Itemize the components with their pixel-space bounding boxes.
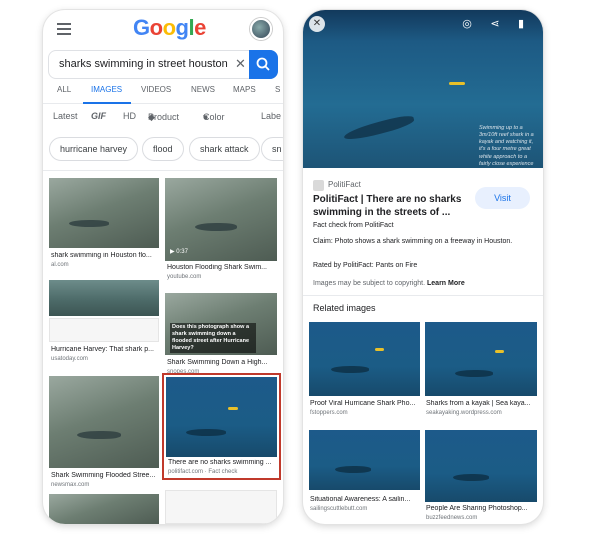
divider — [303, 295, 543, 296]
politifact-icon — [313, 180, 324, 191]
result-source: al.com — [51, 262, 69, 268]
result-source: youtube.com — [167, 274, 202, 280]
result-image[interactable]: Does this photograph show a shark swimmi… — [165, 293, 277, 355]
shark-shape — [69, 220, 109, 227]
tab-more[interactable]: S — [275, 85, 280, 94]
filter-gif[interactable]: GIF — [91, 111, 106, 121]
visit-button[interactable]: Visit — [475, 187, 530, 209]
result-image[interactable]: ▶ 0:37 — [165, 178, 277, 261]
filter-hd[interactable]: HD — [123, 111, 136, 121]
result-image-tweet[interactable] — [49, 318, 159, 342]
related-caption[interactable]: Sharks from a kayak | Sea kaya... — [426, 400, 536, 407]
search-results-phone: Google sharks swimming in street houston… — [43, 10, 283, 524]
tab-maps[interactable]: MAPS — [233, 85, 256, 94]
publisher-name: PolitiFact — [328, 180, 361, 189]
kayak-shape — [449, 82, 465, 85]
tab-images[interactable]: IMAGES — [91, 85, 122, 94]
result-image[interactable] — [49, 280, 159, 316]
kayak-shape — [375, 348, 384, 351]
video-duration: ▶ 0:37 — [170, 249, 188, 255]
related-source: fstoppers.com — [310, 410, 348, 416]
shark-shape — [455, 370, 493, 377]
shark-shape — [453, 474, 489, 481]
related-image[interactable] — [425, 430, 537, 502]
search-button[interactable] — [249, 50, 278, 79]
menu-icon[interactable] — [57, 23, 71, 35]
shark-shape — [331, 366, 369, 373]
shark-shape — [195, 223, 237, 231]
search-box[interactable]: sharks swimming in street houston ✕ — [48, 50, 278, 79]
top-bar: Google — [43, 10, 283, 50]
result-image[interactable] — [49, 494, 159, 524]
filter-labels[interactable]: Labe — [261, 111, 281, 121]
learn-more-link[interactable]: Learn More — [427, 280, 465, 287]
result-source: usatoday.com — [51, 356, 88, 362]
related-heading: Related images — [313, 303, 376, 313]
active-tab-indicator — [83, 102, 131, 104]
google-logo[interactable]: Google — [133, 15, 206, 41]
filter-bar: Latest GIF HD ◆ Product ● Color ▾ Labe — [53, 111, 282, 122]
result-image[interactable] — [49, 178, 159, 248]
bookmark-icon[interactable]: ▮ — [513, 16, 529, 32]
filter-latest[interactable]: Latest — [53, 111, 78, 121]
related-chips: hurricane harvey flood shark attack sn — [43, 137, 283, 163]
related-image[interactable] — [309, 322, 420, 396]
tab-news[interactable]: NEWS — [191, 85, 215, 94]
lens-icon[interactable]: ◎ — [459, 16, 475, 32]
result-caption[interactable]: shark swimming in Houston flo... — [51, 252, 159, 259]
image-watermark: Swimming up to a 3m/10ft reef shark in a… — [479, 125, 534, 167]
chevron-down-icon: ▾ — [203, 112, 208, 122]
result-caption[interactable]: Hurricane Harvey: That shark p... — [51, 346, 159, 353]
related-source: seakayaking.wordpress.com — [426, 410, 502, 416]
share-icon[interactable]: ⋖ — [487, 16, 503, 32]
shark-shape — [77, 431, 121, 439]
search-input[interactable]: sharks swimming in street houston — [59, 58, 228, 70]
result-caption[interactable]: Shark Swimming Flooded Stree... — [51, 472, 159, 479]
tab-all[interactable]: ALL — [57, 85, 71, 94]
claim-text: Claim: Photo shows a shark swimming on a… — [313, 238, 513, 245]
related-source: sailingscuttlebutt.com — [310, 506, 368, 512]
search-tabs: ALL IMAGES VIDEOS NEWS MAPS S — [43, 82, 283, 104]
chip-hurricane-harvey[interactable]: hurricane harvey — [49, 137, 139, 161]
result-source: newsmax.com — [51, 482, 90, 488]
kayak-shape — [495, 350, 504, 353]
clear-icon[interactable]: ✕ — [235, 56, 246, 72]
tab-videos[interactable]: VIDEOS — [141, 85, 171, 94]
page-title[interactable]: PolitiFact | There are no sharks swimmin… — [313, 193, 468, 219]
copyright-note: Images may be subject to copyright. Lear… — [313, 280, 465, 287]
chip-shark-attack[interactable]: shark attack — [189, 137, 260, 161]
related-source: buzzfeednews.com — [426, 515, 478, 521]
search-icon — [256, 57, 270, 71]
related-image[interactable] — [425, 322, 537, 396]
result-image-tweet[interactable] — [165, 490, 277, 524]
avatar[interactable] — [250, 18, 272, 40]
chip-more[interactable]: sn — [261, 137, 283, 161]
result-image[interactable] — [49, 376, 159, 468]
result-caption[interactable]: Houston Flooding Shark Swim... — [167, 264, 275, 271]
chip-flood[interactable]: flood — [142, 137, 184, 161]
fact-check-label: Fact check from PolitiFact — [313, 222, 394, 229]
shark-shape — [342, 112, 416, 144]
related-caption[interactable]: Situational Awareness: A sailin... — [310, 496, 420, 503]
divider — [43, 170, 283, 171]
selected-result-highlight — [162, 373, 281, 480]
image-preview-phone: ✕ ◎ ⋖ ▮ Swimming up to a 3m/10ft reef sh… — [303, 10, 543, 524]
preview-image[interactable]: ✕ ◎ ⋖ ▮ Swimming up to a 3m/10ft reef sh… — [303, 10, 543, 168]
related-caption[interactable]: People Are Sharing Photoshop... — [426, 505, 536, 512]
related-caption[interactable]: Proof Viral Hurricane Shark Pho... — [310, 400, 420, 407]
close-icon[interactable]: ✕ — [309, 16, 325, 32]
related-image[interactable] — [309, 430, 420, 490]
result-caption[interactable]: Shark Swimming Down a High... — [167, 359, 275, 366]
shark-shape — [335, 466, 371, 473]
rating-text: Rated by PolitiFact: Pants on Fire — [313, 262, 418, 269]
image-overlay-text: Does this photograph show a shark swimmi… — [170, 323, 256, 353]
